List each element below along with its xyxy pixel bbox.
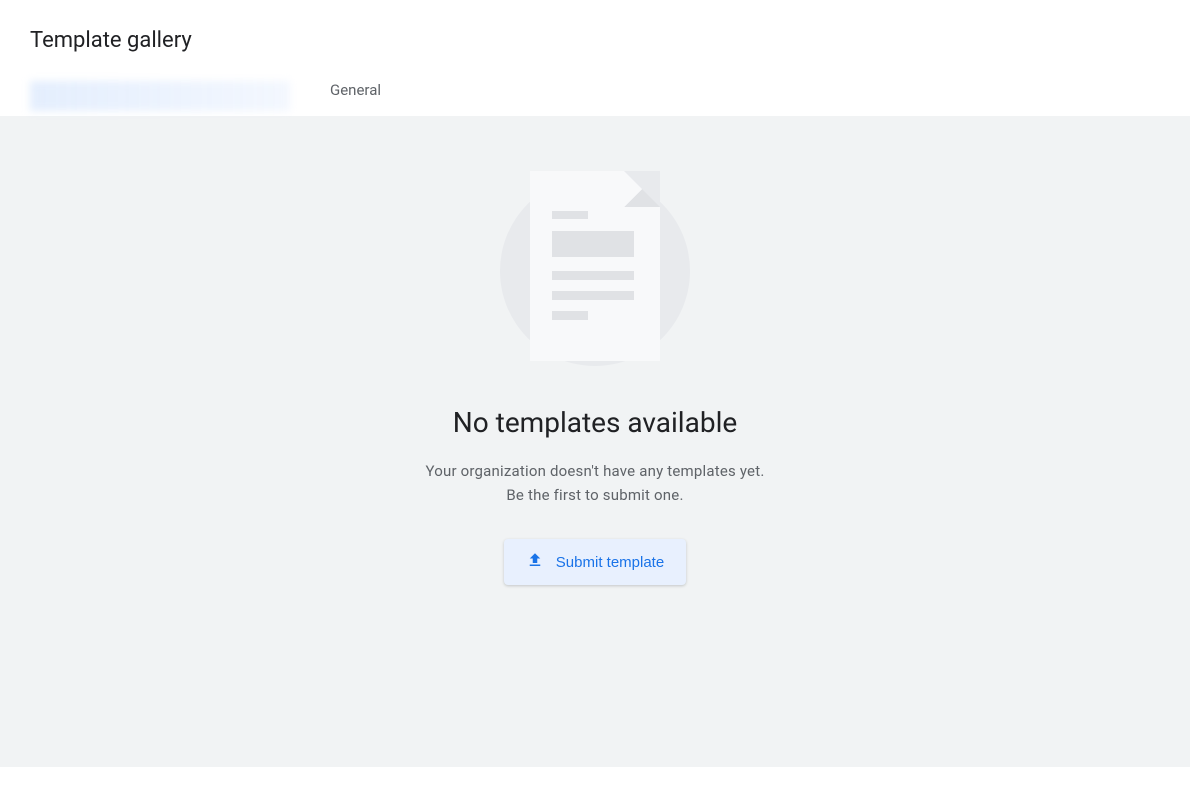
page-title: Template gallery bbox=[30, 28, 1160, 53]
tabs-bar: General bbox=[30, 81, 1160, 116]
content-area: No templates available Your organization… bbox=[0, 116, 1190, 767]
upload-icon bbox=[526, 551, 544, 573]
empty-state-heading: No templates available bbox=[453, 406, 737, 439]
header: Template gallery General bbox=[0, 0, 1190, 116]
tab-general[interactable]: General bbox=[330, 81, 381, 116]
empty-state-message: Your organization doesn't have any templ… bbox=[415, 459, 775, 507]
submit-button-label: Submit template bbox=[556, 554, 664, 571]
empty-document-icon bbox=[500, 176, 690, 366]
tab-organization[interactable] bbox=[30, 81, 290, 111]
submit-template-button[interactable]: Submit template bbox=[504, 539, 686, 585]
